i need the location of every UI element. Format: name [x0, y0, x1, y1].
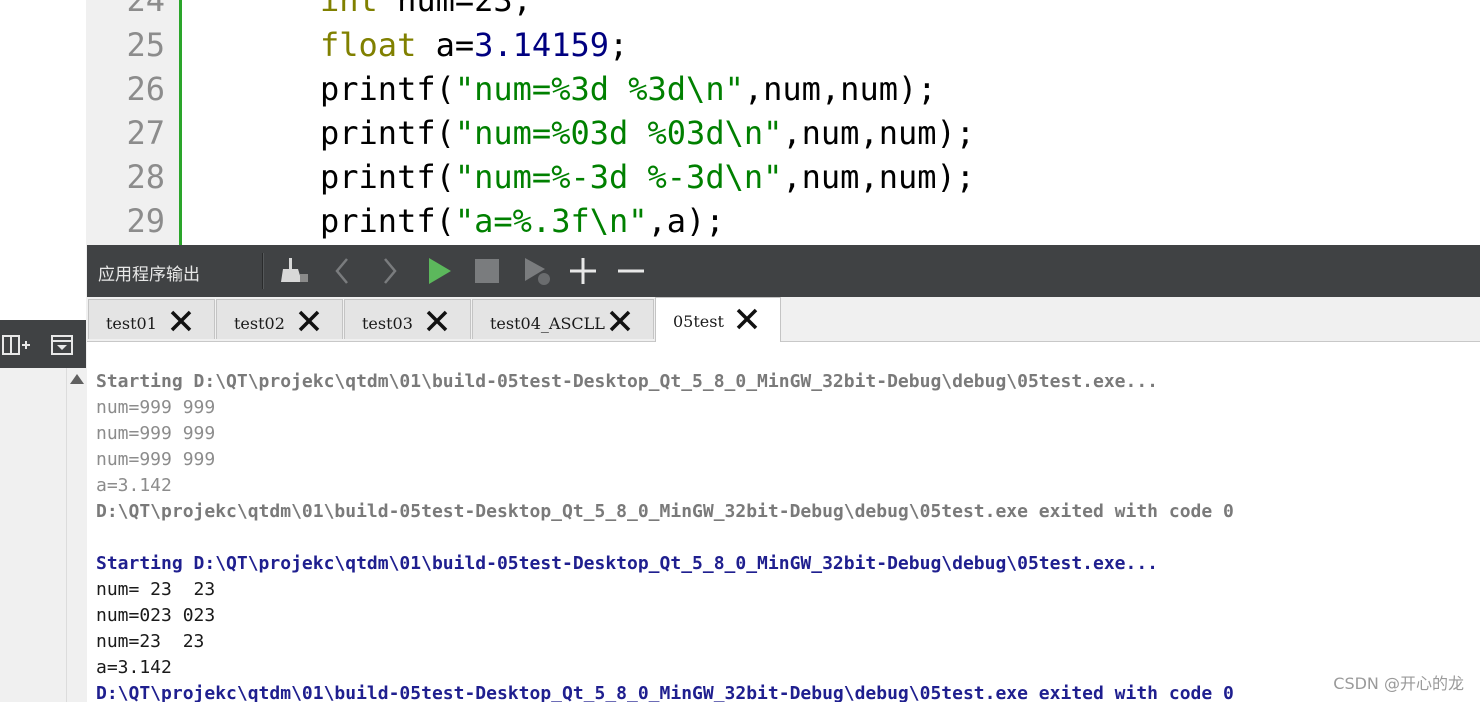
tab-test02[interactable]: test02: [216, 299, 343, 339]
output-line: a=3.142: [96, 475, 172, 496]
line-number: 26: [126, 70, 165, 108]
code-editor[interactable]: 24 25 26 27 28 29 int num=23; float a=3.…: [87, 0, 1480, 245]
line-number: 29: [126, 202, 165, 240]
run-icon[interactable]: [423, 255, 455, 287]
code-line[interactable]: printf("num=%3d %3d\n",num,num);: [320, 67, 937, 111]
close-icon[interactable]: [735, 307, 759, 331]
close-icon[interactable]: [608, 309, 632, 333]
line-number: 25: [126, 26, 165, 64]
change-marker-bar: [179, 0, 182, 245]
code-text: ,num,num);: [743, 70, 937, 108]
string-literal: "num=%3d %3d\n": [454, 70, 744, 108]
output-line: a=3.142: [96, 657, 172, 678]
output-line: num=999 999: [96, 449, 216, 470]
run-exit-line: D:\QT\projekc\qtdm\01\build-05test-Deskt…: [96, 683, 1234, 702]
scroll-up-arrow-icon[interactable]: [70, 374, 84, 384]
output-line: num=023 023: [96, 605, 216, 626]
code-text: ;: [608, 26, 629, 64]
output-line: num=999 999: [96, 423, 216, 444]
tab-test04-ascll[interactable]: test04_ASCLL: [472, 299, 654, 339]
output-panel-title: 应用程序输出: [98, 265, 200, 285]
clear-broom-icon[interactable]: [278, 255, 310, 287]
code-line[interactable]: printf("num=%-3d %-3d\n",num,num);: [320, 155, 975, 199]
output-line: num= 23 23: [96, 579, 216, 600]
keyword: float: [320, 26, 417, 64]
function-name: printf(: [320, 158, 455, 196]
tab-label: test03: [362, 314, 413, 333]
tab-label: test01: [106, 314, 157, 333]
stop-icon[interactable]: [471, 255, 503, 287]
toolbar-separator: [262, 253, 264, 289]
tab-label: test02: [234, 314, 285, 333]
tab-test03[interactable]: test03: [344, 299, 471, 339]
zoom-in-icon[interactable]: [567, 255, 599, 287]
left-side-panel: [0, 0, 87, 702]
code-text: num=23;: [377, 0, 532, 19]
function-name: printf(: [320, 70, 455, 108]
zoom-out-icon[interactable]: [615, 255, 647, 287]
previous-icon[interactable]: [327, 255, 359, 287]
code-line[interactable]: int num=23;: [320, 0, 532, 22]
close-icon[interactable]: [425, 309, 449, 333]
collapse-panel-icon[interactable]: [50, 332, 76, 358]
line-number: 24: [126, 0, 165, 19]
left-scrollbar[interactable]: [66, 368, 87, 702]
close-icon[interactable]: [169, 309, 193, 333]
code-text: ,num,num);: [782, 114, 976, 152]
string-literal: "a=%.3f\n": [454, 202, 648, 240]
code-text: ,num,num);: [782, 158, 976, 196]
tab-05test[interactable]: 05test: [655, 297, 781, 342]
run-start-line: Starting D:\QT\projekc\qtdm\01\build-05t…: [96, 553, 1159, 574]
run-exit-line: D:\QT\projekc\qtdm\01\build-05test-Deskt…: [96, 501, 1234, 522]
code-line[interactable]: printf("num=%03d %03d\n",num,num);: [320, 111, 975, 155]
attach-debug-icon[interactable]: [521, 255, 553, 287]
code-line[interactable]: printf("a=%.3f\n",a);: [320, 199, 725, 243]
string-literal: "num=%03d %03d\n": [454, 114, 783, 152]
application-output-console[interactable]: Starting D:\QT\projekc\qtdm\01\build-05t…: [87, 342, 1480, 702]
left-panel-blank: [0, 0, 86, 320]
run-start-line: Starting D:\QT\projekc\qtdm\01\build-05t…: [96, 371, 1159, 392]
watermark-text: CSDN @开心的龙: [1333, 674, 1464, 693]
code-text: a=: [416, 26, 475, 64]
line-number: 28: [126, 158, 165, 196]
string-literal: "num=%-3d %-3d\n": [454, 158, 783, 196]
output-line: num=23 23: [96, 631, 205, 652]
split-add-icon[interactable]: [2, 332, 30, 358]
output-tab-bar: test01 test02 test03 test04_ASCLL 05test: [87, 297, 1480, 342]
code-text: ,a);: [647, 202, 725, 240]
application-output-toolbar: 应用程序输出: [87, 245, 1480, 297]
left-panel-toolbar: [0, 320, 86, 368]
line-number: 27: [126, 114, 165, 152]
number-literal: 3.14159: [474, 26, 609, 64]
line-number-gutter: 24 25 26 27 28 29: [87, 0, 179, 245]
tab-label: test04_ASCLL: [490, 314, 605, 333]
tab-test01[interactable]: test01: [88, 299, 215, 339]
keyword: int: [320, 0, 378, 19]
function-name: printf(: [320, 114, 455, 152]
function-name: printf(: [320, 202, 455, 240]
output-line: num=999 999: [96, 397, 216, 418]
code-line[interactable]: float a=3.14159;: [320, 23, 628, 67]
tab-label: 05test: [673, 312, 724, 331]
next-icon[interactable]: [375, 255, 407, 287]
close-icon[interactable]: [297, 309, 321, 333]
